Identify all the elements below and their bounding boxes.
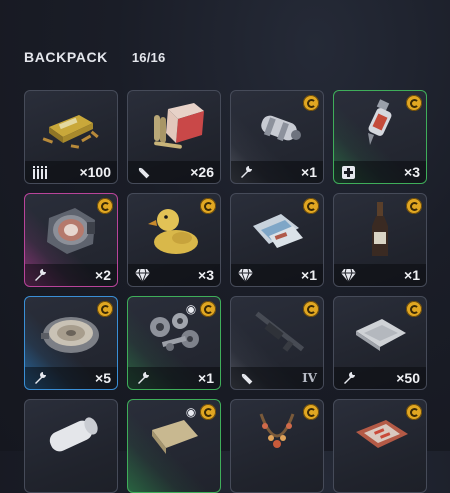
bullet-icon bbox=[238, 371, 253, 386]
backpack-header: BACKPACK 16/16 bbox=[24, 49, 165, 65]
ammo-crate-icon bbox=[154, 103, 204, 149]
inventory-slot[interactable]: ◉ ×1 bbox=[127, 296, 221, 390]
wrench-icon bbox=[238, 165, 253, 180]
eye-icon: ◉ bbox=[185, 405, 197, 419]
inventory-slot[interactable]: IV bbox=[230, 296, 324, 390]
item-quantity: ×3 bbox=[198, 267, 214, 283]
item-quantity: ×1 bbox=[301, 267, 317, 283]
bullet-icon bbox=[135, 165, 150, 180]
medkit-icon bbox=[341, 165, 356, 180]
coin-icon bbox=[406, 301, 422, 317]
gem-icon bbox=[341, 268, 356, 283]
inventory-slot[interactable]: ◉ bbox=[127, 399, 221, 493]
slot-footer: ×100 bbox=[25, 161, 117, 183]
coin-icon bbox=[303, 404, 319, 420]
reactor-core-icon bbox=[47, 208, 95, 254]
coin-icon bbox=[200, 301, 216, 317]
item-quantity: ×1 bbox=[404, 267, 420, 283]
inventory-slot[interactable] bbox=[230, 399, 324, 493]
gem-icon bbox=[238, 268, 253, 283]
inventory-slot[interactable] bbox=[333, 399, 427, 493]
inventory-slot[interactable]: ×1 bbox=[230, 193, 324, 287]
item-quantity: ×3 bbox=[404, 164, 420, 180]
inventory-slot[interactable]: ×100 bbox=[24, 90, 118, 184]
map-fragments-icon bbox=[253, 214, 303, 248]
necklace-icon bbox=[259, 413, 295, 448]
coin-icon bbox=[406, 95, 422, 111]
item-quantity: ×2 bbox=[95, 267, 111, 283]
coin-icon bbox=[200, 404, 216, 420]
item-quantity: ×1 bbox=[301, 164, 317, 180]
wrench-icon bbox=[32, 371, 47, 386]
gears-icon bbox=[150, 313, 199, 351]
backpack-capacity: 16/16 bbox=[131, 50, 166, 65]
slot-footer: ×3 bbox=[334, 161, 426, 183]
slot-footer: ×2 bbox=[25, 264, 117, 286]
eye-icon: ◉ bbox=[185, 302, 197, 316]
cloth-roll-icon bbox=[152, 420, 198, 454]
slot-footer: IV bbox=[231, 367, 323, 389]
item-quantity: ×26 bbox=[190, 164, 214, 180]
rifle-icon bbox=[255, 311, 305, 352]
item-quantity: ×5 bbox=[95, 370, 111, 386]
bandage-icon bbox=[49, 417, 98, 452]
inventory-grid: ×100 ×26 ×1 ×3 ×2 ×3 ×1 ×1 ×5 ◉ ×1 IV ×5… bbox=[24, 90, 427, 493]
inventory-slot[interactable] bbox=[24, 399, 118, 493]
inventory-slot[interactable]: ×1 bbox=[333, 193, 427, 287]
wrench-icon bbox=[135, 371, 150, 386]
item-quantity: ×100 bbox=[79, 164, 111, 180]
slot-footer: ×5 bbox=[25, 367, 117, 389]
slot-footer: ×1 bbox=[231, 264, 323, 286]
inventory-slot[interactable]: ×3 bbox=[333, 90, 427, 184]
slot-footer: ×26 bbox=[128, 161, 220, 183]
gem-icon bbox=[135, 268, 150, 283]
coin-icon bbox=[303, 301, 319, 317]
slot-footer: ×1 bbox=[334, 264, 426, 286]
backpack-title: BACKPACK bbox=[24, 49, 108, 65]
inventory-slot[interactable]: ×2 bbox=[24, 193, 118, 287]
coin-icon bbox=[303, 198, 319, 214]
item-quantity: ×1 bbox=[198, 370, 214, 386]
coin-icon bbox=[303, 95, 319, 111]
bottle-icon bbox=[372, 202, 388, 256]
inventory-slot[interactable]: ×3 bbox=[127, 193, 221, 287]
wrench-icon bbox=[32, 268, 47, 283]
item-quantity: ×50 bbox=[396, 370, 420, 386]
slot-footer: ×1 bbox=[231, 161, 323, 183]
slot-footer: ×50 bbox=[334, 367, 426, 389]
injector-icon bbox=[368, 99, 392, 145]
coin-icon bbox=[406, 404, 422, 420]
coin-icon bbox=[200, 198, 216, 214]
fabric-icon bbox=[356, 319, 406, 351]
ammo-icon bbox=[32, 165, 47, 180]
wrench-icon bbox=[341, 371, 356, 386]
item-tier: IV bbox=[302, 371, 317, 385]
speaker-icon bbox=[41, 317, 99, 353]
inventory-slot[interactable]: ×26 bbox=[127, 90, 221, 184]
inventory-slot[interactable]: ×50 bbox=[333, 296, 427, 390]
ammo-box-icon bbox=[42, 115, 99, 149]
slot-footer: ×3 bbox=[128, 264, 220, 286]
inventory-slot[interactable]: ×5 bbox=[24, 296, 118, 390]
battery-cell-icon bbox=[261, 115, 301, 142]
circuit-board-icon bbox=[356, 420, 408, 448]
coin-icon bbox=[97, 301, 113, 317]
rubber-duck-icon bbox=[148, 209, 198, 254]
inventory-slot[interactable]: ×1 bbox=[230, 90, 324, 184]
coin-icon bbox=[97, 198, 113, 214]
slot-footer: ×1 bbox=[128, 367, 220, 389]
coin-icon bbox=[406, 198, 422, 214]
